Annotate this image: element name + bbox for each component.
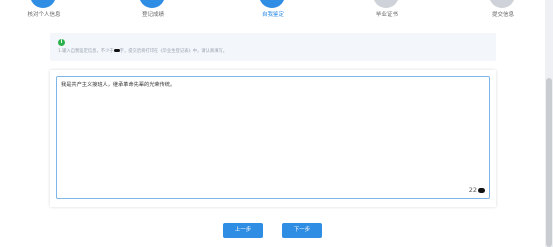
step-circle bbox=[489, 0, 515, 8]
step-label: 登记成绩 bbox=[141, 12, 164, 18]
scrollbar-thumb[interactable] bbox=[546, 78, 552, 247]
notice-text: 1.输入自我鉴定信息，不少于 字，提交后将打印在《毕业生登记表》中，请认真填写。 bbox=[58, 48, 227, 54]
step-submit-info: 提交信息 bbox=[463, 0, 543, 24]
step-label: 核对个人信息 bbox=[27, 12, 61, 18]
character-counter: 22 bbox=[469, 186, 485, 194]
notice-text-before: 1.输入自我鉴定信息，不少于 bbox=[58, 49, 114, 54]
textarea-value: 我是共产主义接班人，继承革命先辈的光荣传统。 bbox=[61, 82, 176, 88]
step-self-assessment: 自我鉴定 bbox=[233, 0, 313, 24]
page: 核对个人信息 登记成绩 自我鉴定 毕业证书 提交信息 i 1.输入自我鉴定信息，… bbox=[0, 0, 545, 247]
previous-step-button[interactable]: 上一步 bbox=[223, 223, 263, 238]
step-label: 毕业证书 bbox=[375, 12, 398, 18]
counter-value: 22 bbox=[468, 186, 477, 194]
vertical-scrollbar[interactable] bbox=[545, 0, 553, 247]
step-label: 提交信息 bbox=[491, 12, 514, 18]
step-diploma: 毕业证书 bbox=[347, 0, 427, 24]
redacted-mark bbox=[478, 187, 485, 193]
step-circle bbox=[30, 0, 56, 8]
self-assessment-card: 我是共产主义接班人，继承革命先辈的光荣传统。 22 bbox=[50, 70, 496, 207]
info-icon: i bbox=[58, 39, 65, 46]
step-register-grades: 登记成绩 bbox=[113, 0, 193, 24]
step-verify-info: 核对个人信息 bbox=[4, 0, 84, 24]
step-circle bbox=[373, 0, 399, 8]
instruction-notice: i 1.输入自我鉴定信息，不少于 字，提交后将打印在《毕业生登记表》中，请认真填写… bbox=[50, 33, 496, 61]
self-assessment-textarea[interactable]: 我是共产主义接班人，继承革命先辈的光荣传统。 22 bbox=[56, 76, 490, 199]
step-label: 自我鉴定 bbox=[261, 12, 284, 18]
step-circle bbox=[259, 0, 285, 8]
notice-text-after: 字，提交后将打印在《毕业生登记表》中，请认真填写。 bbox=[119, 49, 228, 54]
next-step-button[interactable]: 下一步 bbox=[282, 223, 322, 238]
step-circle bbox=[139, 0, 165, 8]
progress-steps: 核对个人信息 登记成绩 自我鉴定 毕业证书 提交信息 bbox=[0, 0, 545, 24]
